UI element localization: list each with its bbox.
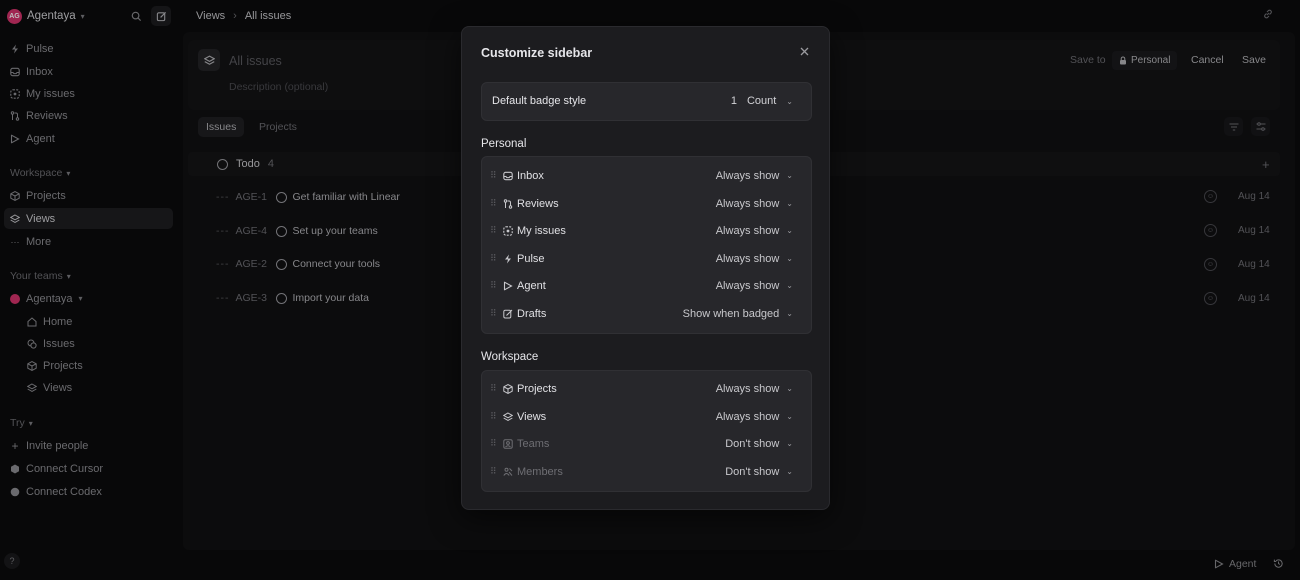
visibility-value: Always show	[715, 169, 780, 182]
visibility-value: Always show	[715, 197, 780, 210]
badge-style-label: Default badge style	[492, 95, 587, 107]
visibility-value: Don't show	[725, 465, 780, 478]
close-button[interactable]	[800, 47, 809, 56]
drag-handle-icon[interactable]: ⠿	[490, 411, 497, 422]
pref-label: Projects	[517, 382, 557, 395]
my-issues-icon	[502, 225, 513, 236]
pref-label: Teams	[517, 437, 550, 450]
visibility-select[interactable]: Always show ⌄	[716, 198, 793, 210]
inbox-icon	[502, 170, 513, 181]
workspace-section-label: Workspace	[481, 351, 539, 363]
chevron-down-icon: ⌄	[786, 439, 793, 448]
drag-handle-icon[interactable]: ⠿	[490, 280, 497, 291]
visibility-value: Always show	[715, 252, 780, 265]
chevron-down-icon: ⌄	[786, 96, 793, 106]
chevron-down-icon: ⌄	[786, 467, 793, 476]
drag-handle-icon[interactable]: ⠿	[490, 225, 497, 236]
visibility-select[interactable]: Always show ⌄	[716, 225, 793, 237]
close-icon	[800, 47, 809, 56]
visibility-select[interactable]: Always show ⌄	[716, 253, 793, 265]
visibility-value: Always show	[715, 224, 780, 237]
visibility-select[interactable]: Always show ⌄	[716, 383, 793, 395]
visibility-select[interactable]: Don't show ⌄	[725, 438, 793, 450]
personal-section-label: Personal	[481, 138, 527, 150]
reviews-icon	[502, 198, 513, 209]
chevron-down-icon: ⌄	[786, 309, 793, 318]
workspace-items-list: ⠿ Projects Always show ⌄ ⠿ Views Always s…	[481, 370, 812, 492]
pref-label: Agent	[517, 279, 546, 292]
drag-handle-icon[interactable]: ⠿	[490, 170, 497, 181]
chevron-down-icon: ⌄	[786, 254, 793, 263]
chevron-down-icon: ⌄	[786, 281, 793, 290]
badge-style-row: Default badge style 1 Count ⌄	[481, 82, 812, 121]
badge-preview: 1	[730, 95, 737, 107]
drag-handle-icon[interactable]: ⠿	[490, 383, 497, 394]
visibility-value: Always show	[715, 279, 780, 292]
pref-label: Views	[517, 410, 547, 423]
visibility-select[interactable]: Don't show ⌄	[725, 466, 793, 478]
visibility-value: Show when badged	[682, 307, 780, 320]
views-icon	[502, 411, 513, 422]
chevron-down-icon: ⌄	[786, 384, 793, 393]
sidebar-pref-row-my-issues: ⠿ My issues Always show ⌄	[482, 217, 811, 244]
drag-handle-icon[interactable]: ⠿	[490, 438, 497, 449]
sidebar-pref-row-reviews: ⠿ Reviews Always show ⌄	[482, 190, 811, 217]
drag-handle-icon[interactable]: ⠿	[490, 253, 497, 264]
sidebar-pref-row-members: ⠿ Members Don't show ⌄	[482, 458, 811, 485]
personal-items-list: ⠿ Inbox Always show ⌄ ⠿ Reviews Always sh…	[481, 156, 812, 334]
visibility-value: Always show	[715, 382, 780, 395]
chevron-down-icon: ⌄	[786, 226, 793, 235]
visibility-value: Always show	[715, 410, 780, 423]
visibility-value: Don't show	[725, 437, 780, 450]
sidebar-pref-row-views: ⠿ Views Always show ⌄	[482, 403, 811, 430]
pref-label: Reviews	[517, 197, 559, 210]
badge-style-select[interactable]: 1 Count ⌄	[731, 95, 793, 107]
visibility-select[interactable]: Always show ⌄	[716, 280, 793, 292]
visibility-select[interactable]: Always show ⌄	[716, 170, 793, 182]
agent-icon	[502, 280, 513, 291]
customize-sidebar-dialog: Customize sidebar Default badge style 1 …	[461, 26, 830, 510]
teams-icon	[502, 438, 513, 449]
drag-handle-icon[interactable]: ⠿	[490, 308, 497, 319]
dialog-title: Customize sidebar	[481, 46, 593, 60]
members-icon	[502, 466, 513, 477]
pref-label: Members	[517, 465, 563, 478]
sidebar-pref-row-agent: ⠿ Agent Always show ⌄	[482, 272, 811, 299]
chevron-down-icon: ⌄	[786, 199, 793, 208]
pulse-icon	[502, 253, 513, 264]
pref-label: My issues	[517, 224, 566, 237]
chevron-down-icon: ⌄	[786, 171, 793, 180]
visibility-select[interactable]: Show when badged ⌄	[683, 308, 793, 320]
badge-style-value: Count	[746, 95, 777, 107]
sidebar-pref-row-projects: ⠿ Projects Always show ⌄	[482, 375, 811, 402]
sidebar-pref-row-teams: ⠿ Teams Don't show ⌄	[482, 430, 811, 457]
visibility-select[interactable]: Always show ⌄	[716, 411, 793, 423]
sidebar-pref-row-pulse: ⠿ Pulse Always show ⌄	[482, 245, 811, 272]
pref-label: Pulse	[517, 252, 545, 265]
projects-icon	[502, 383, 513, 394]
sidebar-pref-row-drafts: ⠿ Drafts Show when badged ⌄	[482, 300, 811, 327]
pref-label: Drafts	[517, 307, 547, 320]
chevron-down-icon: ⌄	[786, 412, 793, 421]
drag-handle-icon[interactable]: ⠿	[490, 198, 497, 209]
drafts-icon	[502, 308, 513, 319]
drag-handle-icon[interactable]: ⠿	[490, 466, 497, 477]
pref-label: Inbox	[517, 169, 544, 182]
sidebar-pref-row-inbox: ⠿ Inbox Always show ⌄	[482, 162, 811, 189]
